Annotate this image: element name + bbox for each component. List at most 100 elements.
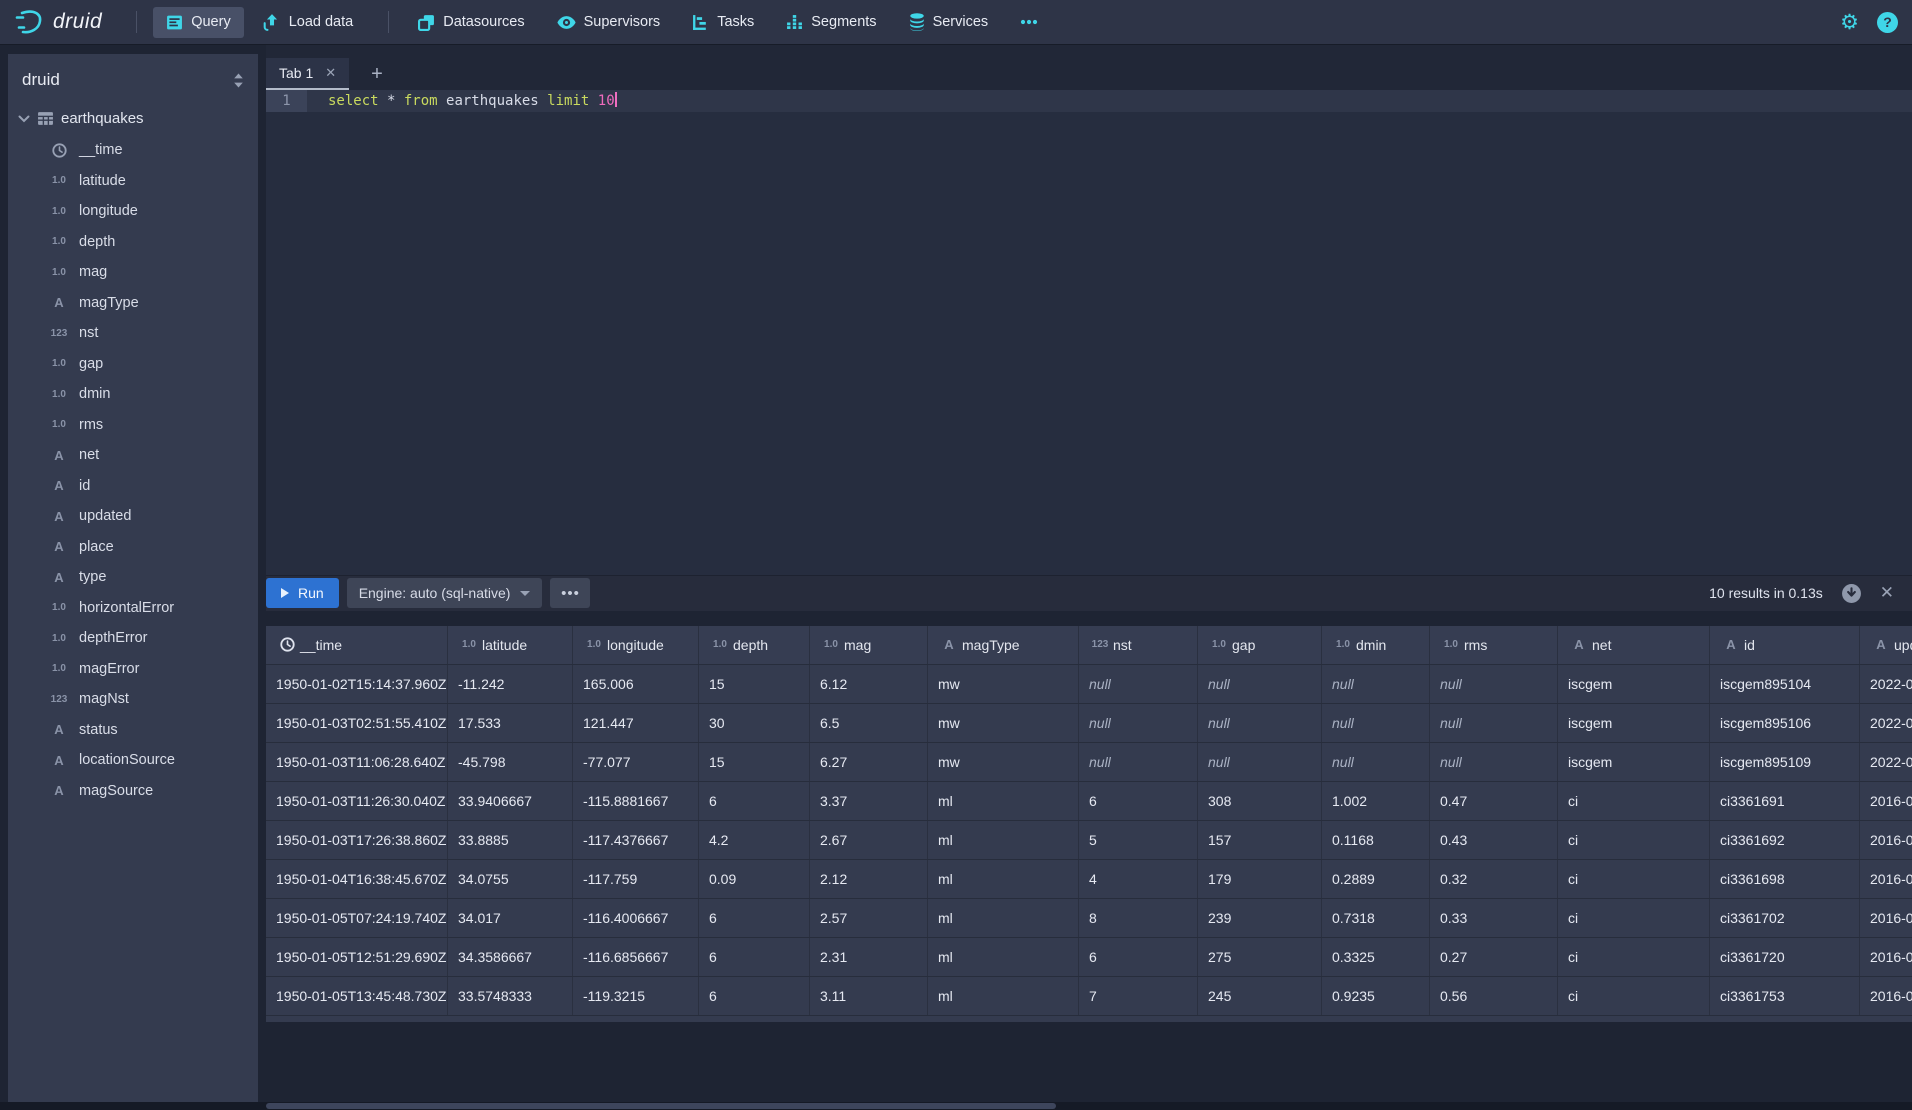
table-cell[interactable]: -115.8881667: [573, 782, 699, 820]
column-header-upd[interactable]: Aupd: [1860, 626, 1912, 664]
table-cell[interactable]: 33.9406667: [448, 782, 573, 820]
table-cell[interactable]: ci: [1558, 782, 1710, 820]
table-cell[interactable]: 33.5748333: [448, 977, 573, 1015]
table-cell[interactable]: 30: [699, 704, 810, 742]
column-header-dmin[interactable]: 1.0dmin: [1322, 626, 1430, 664]
table-cell[interactable]: 0.56: [1430, 977, 1558, 1015]
column-header-magType[interactable]: AmagType: [928, 626, 1079, 664]
table-cell[interactable]: 157: [1198, 821, 1322, 859]
table-cell[interactable]: -11.242: [448, 665, 573, 703]
table-cell[interactable]: -116.6856667: [573, 938, 699, 976]
table-cell[interactable]: -116.4006667: [573, 899, 699, 937]
column-header-nst[interactable]: 123nst: [1079, 626, 1198, 664]
table-cell[interactable]: 179: [1198, 860, 1322, 898]
nav-item-supervisors[interactable]: Supervisors: [544, 7, 674, 37]
table-cell[interactable]: 6.27: [810, 743, 928, 781]
table-cell[interactable]: 0.2889: [1322, 860, 1430, 898]
engine-select-button[interactable]: Engine: auto (sql-native): [347, 578, 543, 608]
column-item-latitude[interactable]: 1.0latitude: [8, 166, 258, 197]
table-cell[interactable]: -117.759: [573, 860, 699, 898]
table-cell[interactable]: ci3361698: [1710, 860, 1860, 898]
table-cell[interactable]: null: [1079, 704, 1198, 742]
column-item-magSource[interactable]: AmagSource: [8, 776, 258, 807]
table-cell[interactable]: null: [1198, 704, 1322, 742]
column-item-place[interactable]: Aplace: [8, 532, 258, 563]
settings-gear-icon[interactable]: ⚙: [1840, 12, 1859, 33]
table-cell[interactable]: 1950-01-05T12:51:29.690Z: [266, 938, 448, 976]
nav-item-more[interactable]: [1007, 12, 1051, 32]
table-cell[interactable]: null: [1079, 665, 1198, 703]
tab-1[interactable]: Tab 1 ✕: [266, 58, 349, 90]
column-item-longitude[interactable]: 1.0longitude: [8, 196, 258, 227]
table-cell[interactable]: ci3361720: [1710, 938, 1860, 976]
table-cell[interactable]: -119.3215: [573, 977, 699, 1015]
table-cell[interactable]: -45.798: [448, 743, 573, 781]
column-item-__time[interactable]: __time: [8, 135, 258, 166]
table-cell[interactable]: 0.33: [1430, 899, 1558, 937]
table-cell[interactable]: null: [1322, 665, 1430, 703]
table-cell[interactable]: 3.37: [810, 782, 928, 820]
table-cell[interactable]: 6: [699, 938, 810, 976]
column-header-net[interactable]: Anet: [1558, 626, 1710, 664]
table-cell[interactable]: null: [1430, 743, 1558, 781]
column-header-gap[interactable]: 1.0gap: [1198, 626, 1322, 664]
column-header-depth[interactable]: 1.0depth: [699, 626, 810, 664]
table-cell[interactable]: 245: [1198, 977, 1322, 1015]
table-cell[interactable]: 275: [1198, 938, 1322, 976]
table-cell[interactable]: 5: [1079, 821, 1198, 859]
column-header-__time[interactable]: __time: [266, 626, 448, 664]
column-header-id[interactable]: Aid: [1710, 626, 1860, 664]
table-cell[interactable]: 2016-0: [1860, 821, 1912, 859]
table-cell[interactable]: 2016-0: [1860, 860, 1912, 898]
table-cell[interactable]: 8: [1079, 899, 1198, 937]
table-cell[interactable]: 0.7318: [1322, 899, 1430, 937]
table-cell[interactable]: 2022-0: [1860, 665, 1912, 703]
table-cell[interactable]: 308: [1198, 782, 1322, 820]
table-cell[interactable]: 6: [699, 899, 810, 937]
column-item-dmin[interactable]: 1.0dmin: [8, 379, 258, 410]
sort-columns-icon[interactable]: [233, 73, 244, 88]
table-cell[interactable]: 239: [1198, 899, 1322, 937]
download-results-icon[interactable]: [1841, 583, 1862, 604]
table-cell[interactable]: 15: [699, 665, 810, 703]
table-cell[interactable]: 6.12: [810, 665, 928, 703]
table-cell[interactable]: ci: [1558, 977, 1710, 1015]
scrollbar-thumb[interactable]: [266, 1103, 1056, 1109]
table-cell[interactable]: 1950-01-03T17:26:38.860Z: [266, 821, 448, 859]
nav-item-load-data[interactable]: Load data: [250, 6, 367, 38]
table-cell[interactable]: 0.43: [1430, 821, 1558, 859]
table-cell[interactable]: ci: [1558, 938, 1710, 976]
tab-close-icon[interactable]: ✕: [325, 65, 336, 81]
table-cell[interactable]: ml: [928, 977, 1079, 1015]
table-cell[interactable]: 1950-01-04T16:38:45.670Z: [266, 860, 448, 898]
table-cell[interactable]: null: [1322, 704, 1430, 742]
column-item-magType[interactable]: AmagType: [8, 288, 258, 319]
table-cell[interactable]: 17.533: [448, 704, 573, 742]
table-cell[interactable]: ml: [928, 899, 1079, 937]
table-cell[interactable]: null: [1430, 665, 1558, 703]
table-cell[interactable]: 33.8885: [448, 821, 573, 859]
table-cell[interactable]: 1950-01-05T07:24:19.740Z: [266, 899, 448, 937]
table-cell[interactable]: ci3361692: [1710, 821, 1860, 859]
table-cell[interactable]: 0.9235: [1322, 977, 1430, 1015]
column-item-mag[interactable]: 1.0mag: [8, 257, 258, 288]
column-item-magNst[interactable]: 123magNst: [8, 684, 258, 715]
table-cell[interactable]: ci3361691: [1710, 782, 1860, 820]
column-item-status[interactable]: Astatus: [8, 715, 258, 746]
table-cell[interactable]: 6: [699, 977, 810, 1015]
table-cell[interactable]: 2016-0: [1860, 782, 1912, 820]
column-item-locationSource[interactable]: AlocationSource: [8, 745, 258, 776]
column-item-horizontalError[interactable]: 1.0horizontalError: [8, 593, 258, 624]
add-tab-button[interactable]: +: [365, 63, 389, 90]
nav-item-datasources[interactable]: Datasources: [405, 7, 537, 38]
table-cell[interactable]: ci3361702: [1710, 899, 1860, 937]
table-cell[interactable]: 6: [699, 782, 810, 820]
column-item-depthError[interactable]: 1.0depthError: [8, 623, 258, 654]
table-cell[interactable]: 3.11: [810, 977, 928, 1015]
table-cell[interactable]: ci3361753: [1710, 977, 1860, 1015]
table-cell[interactable]: 0.27: [1430, 938, 1558, 976]
table-cell[interactable]: 1950-01-02T15:14:37.960Z: [266, 665, 448, 703]
table-cell[interactable]: iscgem895106: [1710, 704, 1860, 742]
table-cell[interactable]: ml: [928, 938, 1079, 976]
table-cell[interactable]: 15: [699, 743, 810, 781]
